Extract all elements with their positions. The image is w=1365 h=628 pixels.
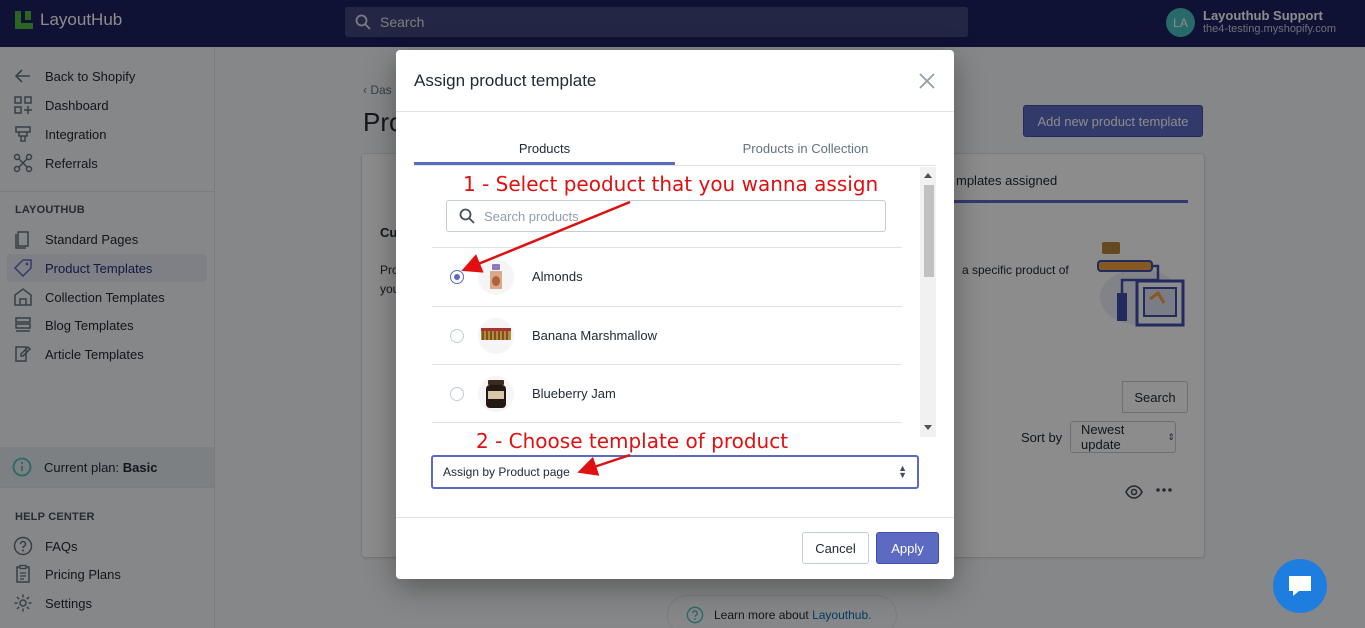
product-list-content: Almonds Banana Marshmallow Blueberry Jam (414, 167, 920, 437)
product-thumbnail (478, 317, 514, 354)
apply-button[interactable]: Apply (876, 532, 939, 564)
tab-products[interactable]: Products (414, 141, 675, 156)
product-search-field[interactable] (446, 200, 886, 232)
template-select[interactable]: Assign by Product page ▲ ▼ (431, 455, 919, 489)
template-select-value: Assign by Product page (443, 465, 570, 479)
product-search-input[interactable] (484, 208, 864, 224)
product-row[interactable]: Almonds (432, 247, 902, 305)
chat-icon (1289, 576, 1311, 596)
product-radio[interactable] (450, 386, 464, 401)
close-icon[interactable] (917, 71, 937, 91)
modal-tabs: Products Products in Collection (414, 135, 936, 166)
tab-indicator (414, 162, 675, 165)
annotation-step-2: 2 - Choose template of product (476, 429, 789, 453)
scrollbar[interactable] (920, 167, 936, 437)
scroll-up-arrow-icon[interactable] (924, 173, 932, 178)
product-name: Almonds (532, 269, 583, 284)
modal-footer: Cancel Apply (396, 517, 954, 579)
assign-product-template-modal: Assign product template Products Product… (396, 50, 954, 579)
product-name: Banana Marshmallow (532, 328, 658, 343)
product-radio[interactable] (450, 269, 464, 284)
product-row[interactable]: Blueberry Jam (432, 364, 902, 422)
product-name: Blueberry Jam (532, 386, 616, 401)
annotation-step-1: 1 - Select peoduct that you wanna assign (463, 172, 879, 196)
modal-header: Assign product template (396, 50, 954, 112)
scroll-thumb[interactable] (924, 185, 934, 277)
search-icon (459, 208, 475, 224)
product-thumbnail (478, 258, 514, 295)
scroll-down-arrow-icon[interactable] (924, 425, 932, 430)
modal-title: Assign product template (414, 71, 597, 90)
tab-products-in-collection[interactable]: Products in Collection (675, 141, 936, 156)
select-arrows-icon: ▲ ▼ (898, 463, 907, 480)
chat-button[interactable] (1273, 559, 1327, 613)
cancel-button[interactable]: Cancel (802, 532, 869, 564)
product-radio[interactable] (450, 328, 464, 343)
product-row[interactable]: Banana Marshmallow (432, 306, 902, 364)
product-list: Almonds Banana Marshmallow Blueberry Jam (414, 167, 936, 437)
product-thumbnail (478, 375, 514, 412)
